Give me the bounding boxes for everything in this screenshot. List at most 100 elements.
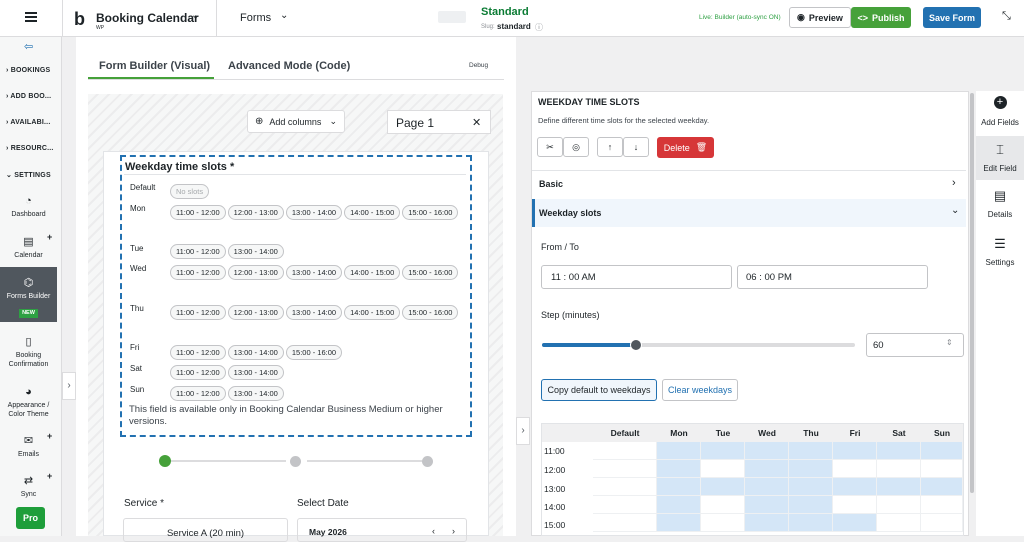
grid-cell[interactable]: [593, 514, 657, 532]
sidebar-item-forms-builder-label[interactable]: ⌬ Forms Builder: [0, 277, 57, 301]
section-basic[interactable]: [532, 170, 966, 198]
grid-cell[interactable]: [921, 514, 963, 532]
grid-cell[interactable]: [701, 442, 745, 460]
sidebar-item-appearance[interactable]: ◕ Appearance / Color Theme: [0, 386, 57, 419]
panel-toggle-button[interactable]: ›: [516, 417, 530, 445]
grid-cell[interactable]: [593, 460, 657, 478]
grid-cell[interactable]: [701, 496, 745, 514]
sidebar-item-booking-confirmation[interactable]: ▯ Booking Confirmation: [0, 336, 57, 369]
step-slider-handle[interactable]: [629, 339, 642, 351]
chevron-down-icon[interactable]: ⌄: [191, 10, 199, 21]
grid-cell[interactable]: [657, 460, 701, 478]
slot-chip[interactable]: 15:00 - 16:00: [402, 205, 459, 220]
collapse-icon[interactable]: ⤡: [1002, 10, 1011, 23]
publish-button[interactable]: <> Publish: [851, 7, 911, 28]
slot-chip[interactable]: 13:00 - 14:00: [285, 205, 343, 220]
slot-chip[interactable]: 11:00 - 12:00: [170, 265, 226, 280]
step-slider-track[interactable]: [542, 343, 855, 347]
tab-advanced-mode[interactable]: Advanced Mode (Code): [228, 60, 350, 72]
menu-icon[interactable]: [25, 12, 37, 22]
move-down-button[interactable]: ↓: [623, 137, 649, 157]
deselect-button[interactable]: ✂: [537, 137, 563, 157]
add-columns-button[interactable]: ⊕ Add columns ⌄: [247, 110, 345, 133]
grid-cell[interactable]: [657, 496, 701, 514]
slot-chip[interactable]: 13:00 - 14:00: [285, 305, 343, 320]
settings-button[interactable]: ☰ Settings: [976, 234, 1024, 274]
grid-cell[interactable]: [833, 514, 877, 532]
grid-cell[interactable]: [833, 496, 877, 514]
grid-cell[interactable]: [593, 496, 657, 514]
sidebar-section-resources[interactable]: › RESOURC...: [6, 145, 54, 152]
slot-chip[interactable]: 14:00 - 15:00: [344, 205, 401, 220]
grid-cell[interactable]: [745, 460, 789, 478]
slot-chip[interactable]: 12:00 - 13:00: [227, 205, 284, 220]
grid-cell[interactable]: [833, 478, 877, 496]
sidebar-section-bookings[interactable]: › BOOKINGS: [6, 67, 50, 74]
grid-cell[interactable]: [745, 442, 789, 460]
slot-chip[interactable]: 11:00 - 12:00: [170, 386, 226, 401]
slot-chip[interactable]: 11:00 - 12:00: [170, 365, 226, 380]
slot-chip[interactable]: 13:00 - 14:00: [227, 345, 284, 360]
grid-cell[interactable]: [701, 460, 745, 478]
details-button[interactable]: ▤ Details: [976, 186, 1024, 226]
grid-cell[interactable]: [877, 478, 921, 496]
to-time-input[interactable]: 06 : 00 PM: [737, 265, 928, 289]
grid-cell[interactable]: [833, 442, 877, 460]
grid-cell[interactable]: [657, 514, 701, 532]
grid-cell[interactable]: [789, 442, 833, 460]
sidebar-section-availability[interactable]: › AVAILABI...: [6, 119, 50, 126]
move-up-button[interactable]: ↑: [597, 137, 623, 157]
grid-cell[interactable]: [701, 478, 745, 496]
slot-chip[interactable]: 14:00 - 15:00: [344, 265, 401, 280]
locate-button[interactable]: ◎: [563, 137, 589, 157]
slot-chip[interactable]: 15:00 - 16:00: [285, 345, 343, 360]
grid-cell[interactable]: [877, 514, 921, 532]
from-time-input[interactable]: 11 : 00 AM: [541, 265, 732, 289]
grid-cell[interactable]: [921, 442, 963, 460]
grid-cell[interactable]: [657, 478, 701, 496]
step-dot[interactable]: [290, 456, 301, 467]
grid-cell[interactable]: [877, 442, 921, 460]
slot-chip[interactable]: 13:00 - 14:00: [285, 265, 343, 280]
slot-chip[interactable]: 11:00 - 12:00: [170, 305, 226, 320]
grid-cell[interactable]: [877, 496, 921, 514]
grid-cell[interactable]: [789, 478, 833, 496]
slot-chip[interactable]: 14:00 - 15:00: [344, 305, 401, 320]
slot-chip[interactable]: 13:00 - 14:00: [227, 386, 284, 401]
grid-cell[interactable]: [701, 514, 745, 532]
grid-cell[interactable]: [789, 460, 833, 478]
pro-button[interactable]: Pro: [16, 507, 45, 529]
preview-button[interactable]: ◉ Preview: [789, 7, 851, 28]
chevron-down-icon[interactable]: ⌄: [280, 10, 288, 21]
grid-cell[interactable]: [593, 442, 657, 460]
grid-cell[interactable]: [593, 478, 657, 496]
slot-chip[interactable]: 12:00 - 13:00: [227, 305, 284, 320]
tab-form-builder-visual[interactable]: Form Builder (Visual): [99, 60, 210, 72]
slot-chip[interactable]: 13:00 - 14:00: [227, 365, 284, 380]
slot-chip[interactable]: 11:00 - 12:00: [170, 345, 226, 360]
logout-icon[interactable]: ⇦: [24, 40, 33, 53]
delete-button[interactable]: Delete 🗑: [657, 137, 714, 158]
close-icon[interactable]: ✕: [472, 116, 481, 129]
forms-menu[interactable]: Forms: [240, 12, 271, 24]
sidebar-section-add-booking[interactable]: › ADD BOO...: [6, 93, 51, 100]
slot-chip[interactable]: 15:00 - 16:00: [402, 265, 459, 280]
grid-cell[interactable]: [877, 460, 921, 478]
panel-scrollbar[interactable]: [970, 93, 974, 493]
slot-chip[interactable]: 15:00 - 16:00: [402, 305, 459, 320]
plus-icon[interactable]: +: [47, 232, 52, 242]
slot-chip[interactable]: 12:00 - 13:00: [227, 265, 284, 280]
step-dot[interactable]: [422, 456, 433, 467]
grid-cell[interactable]: [833, 460, 877, 478]
slot-chip[interactable]: 13:00 - 14:00: [227, 244, 284, 259]
sidebar-item-dashboard[interactable]: ◔ Dashboard: [0, 195, 57, 219]
add-fields-button[interactable]: + Add Fields: [976, 92, 1024, 132]
grid-cell[interactable]: [789, 496, 833, 514]
grid-cell[interactable]: [657, 442, 701, 460]
app-title[interactable]: Booking Calendar: [96, 11, 199, 25]
grid-cell[interactable]: [921, 496, 963, 514]
prev-month-icon[interactable]: ‹: [432, 526, 435, 536]
next-month-icon[interactable]: ›: [452, 526, 455, 536]
grid-cell[interactable]: [745, 496, 789, 514]
grid-cell[interactable]: [745, 478, 789, 496]
